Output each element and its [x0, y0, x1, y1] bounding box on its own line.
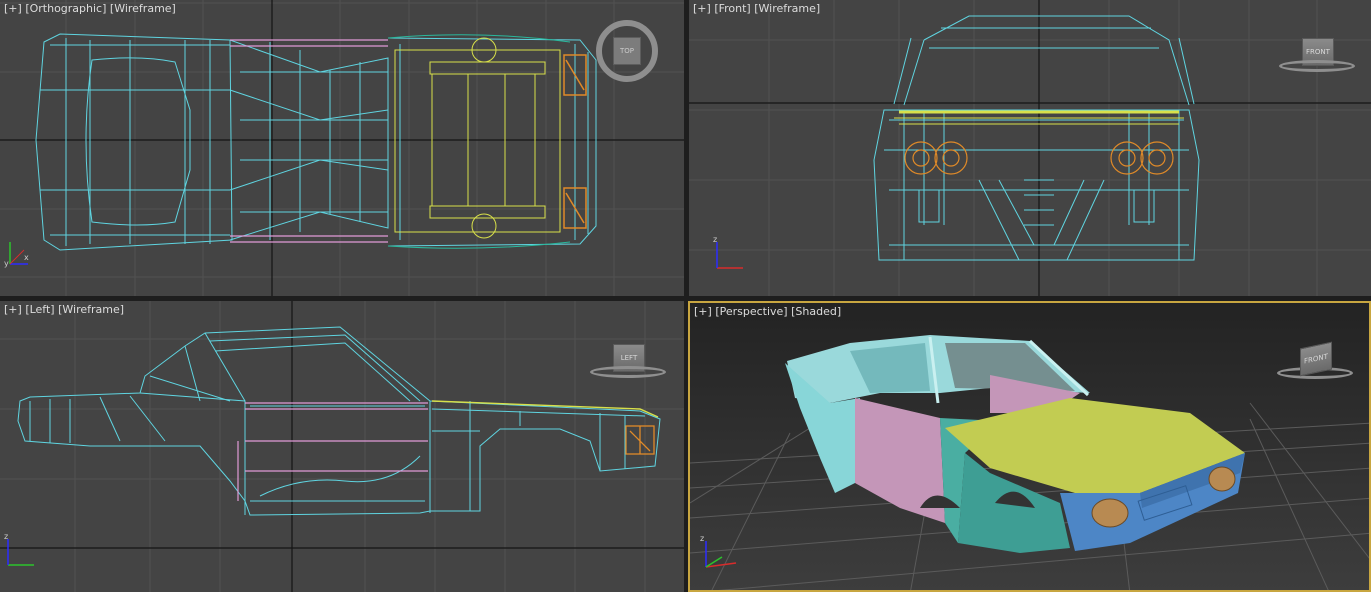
viewport-label-left: [+] [Left] [Wireframe]	[4, 303, 124, 316]
axis-x-label: x	[24, 253, 29, 262]
axis-y-label: y	[4, 259, 9, 268]
car-wireframe-top[interactable]	[0, 0, 684, 296]
car-wireframe-front[interactable]	[689, 0, 1371, 296]
viewport-front[interactable]: [+] [Front] [Wireframe] FRONT z	[689, 0, 1371, 296]
viewcube-face-label: TOP	[613, 37, 641, 65]
viewport-perspective[interactable]: [+] [Perspective] [Shaded] FRONT z	[688, 301, 1371, 592]
viewport-menu-plus[interactable]: [+]	[693, 2, 711, 15]
axis-tripod-icon: x y	[4, 242, 29, 268]
car-model-shaded[interactable]	[690, 303, 1371, 592]
viewport-orthographic[interactable]: [+] [Orthographic] [Wireframe] TOP x y	[0, 0, 684, 296]
viewcube-top[interactable]: TOP	[596, 20, 658, 82]
viewport-shading-mode[interactable]: [Wireframe]	[110, 2, 176, 15]
viewcube-ring[interactable]	[590, 366, 666, 378]
viewport-left[interactable]: [+] [Left] [Wireframe] LEFT z	[0, 301, 684, 592]
viewport-label-perspective: [+] [Perspective] [Shaded]	[694, 305, 841, 318]
axis-z-label: z	[713, 235, 717, 244]
viewport-menu-plus[interactable]: [+]	[694, 305, 712, 318]
axis-z-label: z	[700, 534, 704, 543]
viewport-menu-plus[interactable]: [+]	[4, 303, 22, 316]
viewport-shading-mode[interactable]: [Wireframe]	[754, 2, 820, 15]
viewport-view-name[interactable]: [Left]	[25, 303, 54, 316]
viewport-menu-plus[interactable]: [+]	[4, 2, 22, 15]
viewcube-ring[interactable]	[1279, 60, 1355, 72]
viewport-shading-mode[interactable]: [Shaded]	[791, 305, 841, 318]
viewport-shading-mode[interactable]: [Wireframe]	[58, 303, 124, 316]
viewport-label-orthographic: [+] [Orthographic] [Wireframe]	[4, 2, 176, 15]
axis-tripod-icon: z	[713, 235, 743, 269]
viewport-view-name[interactable]: [Perspective]	[715, 305, 787, 318]
viewcube-left[interactable]: LEFT	[590, 344, 666, 378]
axis-z-label: z	[4, 532, 8, 541]
viewport-view-name[interactable]: [Front]	[714, 2, 750, 15]
car-wireframe-left[interactable]	[0, 301, 684, 592]
viewport-label-front: [+] [Front] [Wireframe]	[693, 2, 820, 15]
axis-tripod-icon: z	[4, 532, 34, 566]
viewcube-perspective[interactable]: FRONT	[1277, 341, 1353, 379]
viewcube-front[interactable]: FRONT	[1279, 38, 1355, 72]
viewport-view-name[interactable]: [Orthographic]	[25, 2, 106, 15]
axis-tripod-icon: z	[700, 534, 737, 568]
